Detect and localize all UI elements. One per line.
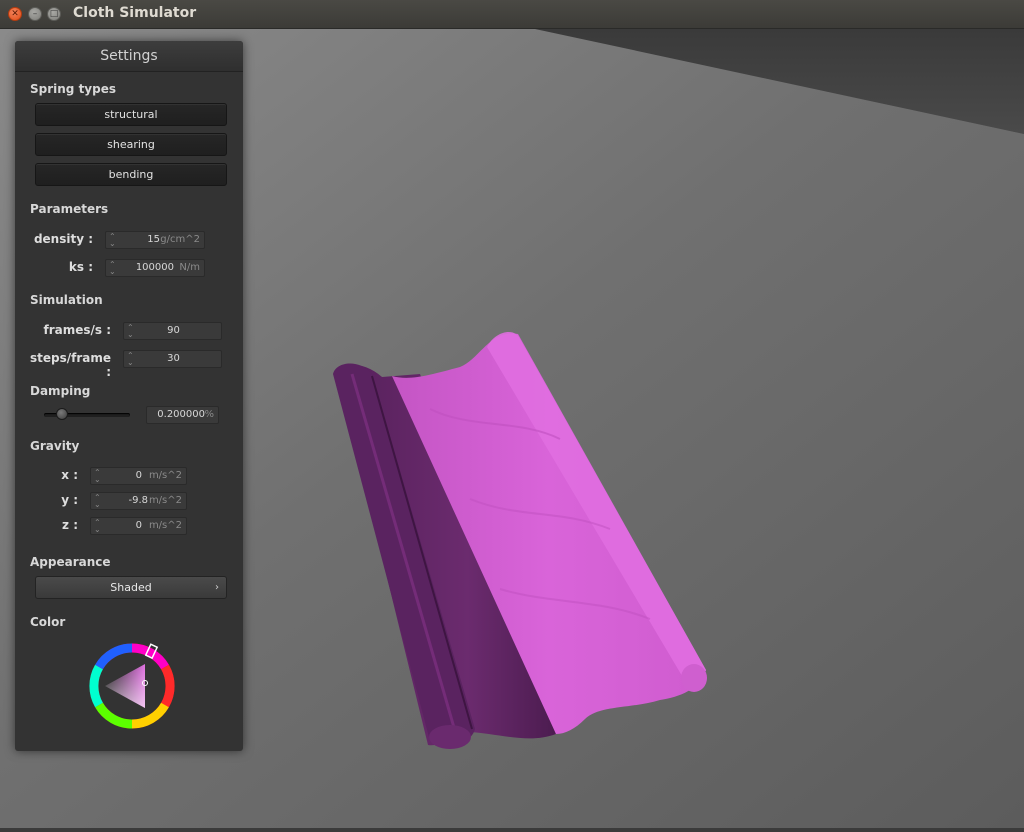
window-title: Cloth Simulator [73,5,197,21]
spinner-icon[interactable]: ⌃ ⌄ [94,469,101,484]
steps-label: steps/frame : [29,351,111,379]
gravity-y-label: y : [61,493,78,507]
simulation-heading: Simulation [30,293,103,307]
window-titlebar: ✕ – □ Cloth Simulator [0,0,1024,29]
spinner-icon[interactable]: ⌃ ⌄ [94,519,101,534]
structural-button[interactable]: structural [35,103,227,126]
color-heading: Color [30,615,66,629]
parameters-heading: Parameters [30,202,109,216]
appearance-dropdown[interactable]: Shaded › [35,576,227,599]
damping-heading: Damping [30,384,91,398]
ks-label: ks : [68,260,93,274]
spinner-icon[interactable]: ⌃ ⌄ [94,494,101,509]
spinner-icon[interactable]: ⌃ ⌄ [109,261,116,276]
minimize-icon[interactable]: – [28,7,42,21]
appearance-selected: Shaded [110,581,152,594]
gravity-z-label: z : [62,518,78,532]
spring-types-heading: Spring types [30,82,117,96]
gravity-x-field[interactable]: ⌃ ⌄ 0 m/s^2 [90,467,187,485]
fps-label: frames/s : [43,323,111,337]
chevron-right-icon: › [215,582,219,593]
density-label: density : [33,232,93,246]
damping-field[interactable]: 0.200000 % [146,406,219,424]
density-field[interactable]: ⌃ ⌄ 15 g/cm^2 [105,231,205,249]
settings-panel: Settings Spring types structural shearin… [15,41,243,751]
spinner-icon[interactable]: ⌃ ⌄ [109,233,116,248]
maximize-icon[interactable]: □ [47,7,61,21]
close-icon[interactable]: ✕ [8,7,22,21]
shearing-button[interactable]: shearing [35,133,227,156]
damping-slider-handle[interactable] [56,408,68,420]
color-wheel[interactable] [85,639,179,733]
gravity-z-field[interactable]: ⌃ ⌄ 0 m/s^2 [90,517,187,535]
fps-field[interactable]: ⌃ ⌄ 90 [123,322,222,340]
bending-button[interactable]: bending [35,163,227,186]
panel-title[interactable]: Settings [15,41,243,72]
steps-field[interactable]: ⌃ ⌄ 30 [123,350,222,368]
gravity-y-field[interactable]: ⌃ ⌄ -9.8 m/s^2 [90,492,187,510]
gravity-heading: Gravity [30,439,80,453]
ks-field[interactable]: ⌃ ⌄ 100000 N/m [105,259,205,277]
appearance-heading: Appearance [30,555,111,569]
gravity-x-label: x : [61,468,78,482]
